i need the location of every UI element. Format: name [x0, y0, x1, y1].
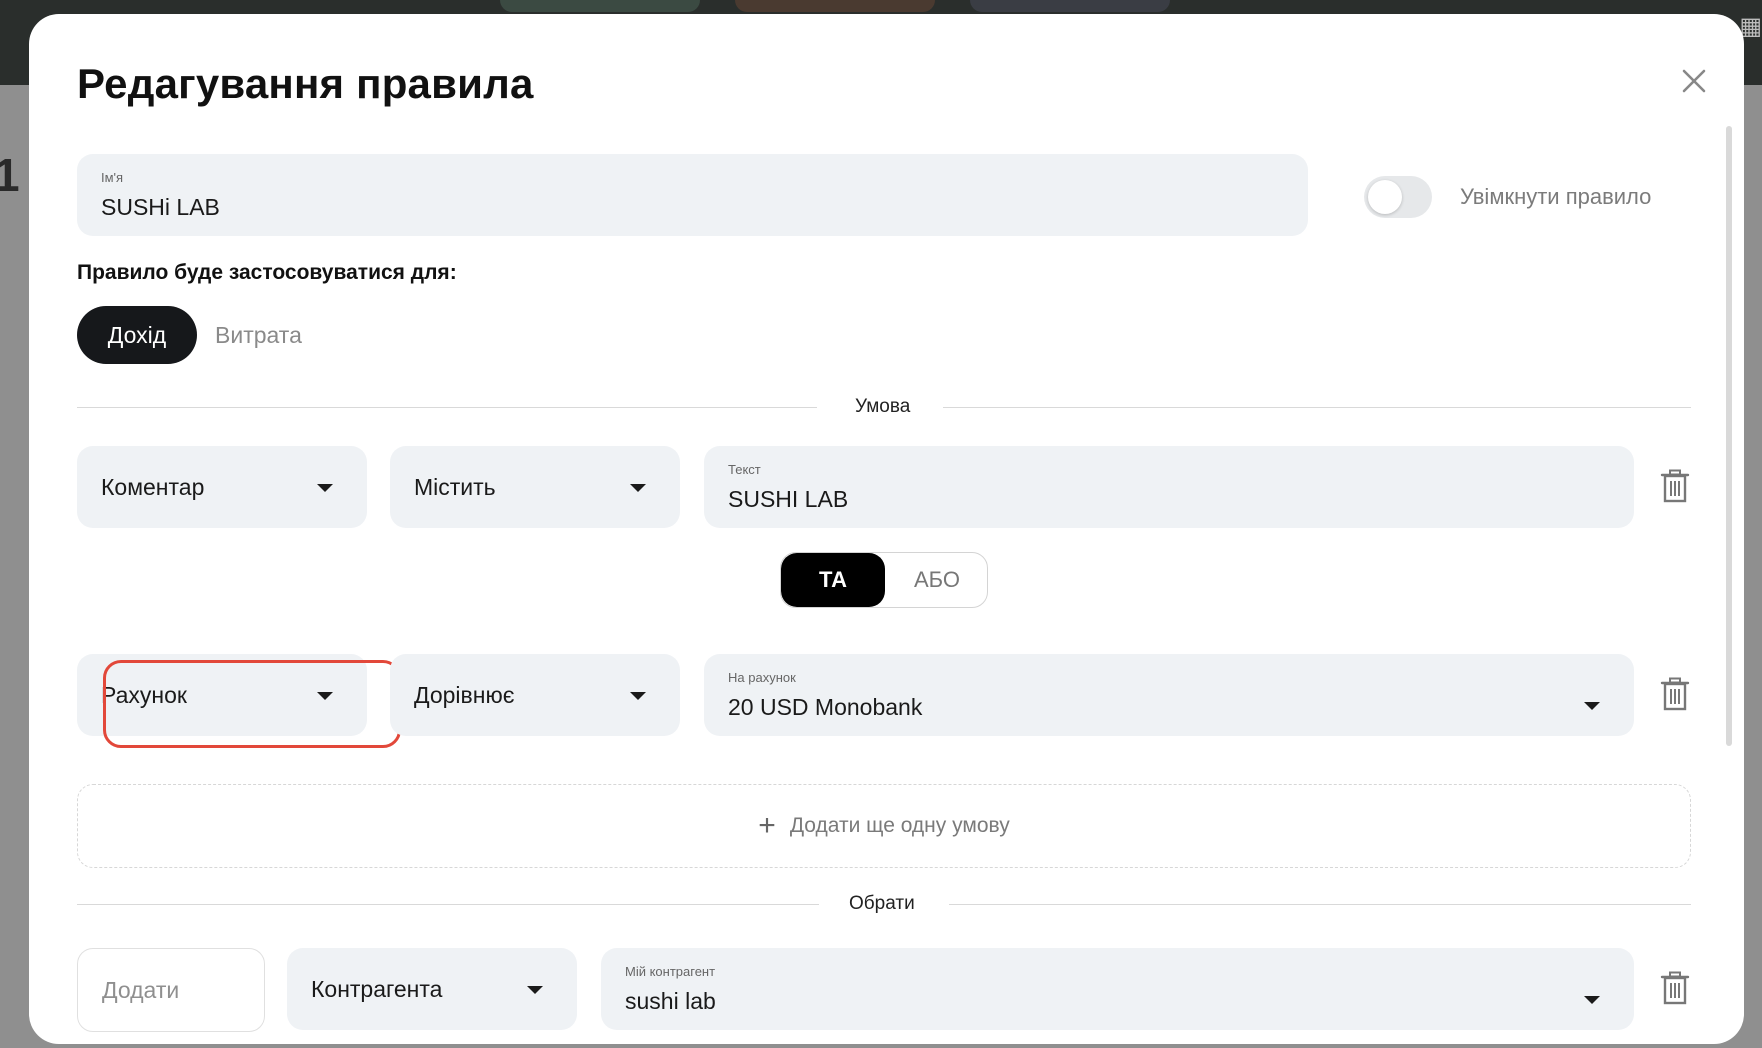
action-divider-right [949, 904, 1691, 905]
close-icon[interactable] [1672, 59, 1716, 103]
condition-1-text-label: Текст [728, 462, 761, 477]
logic-or-button[interactable]: АБО [885, 553, 987, 607]
counterparty-select[interactable]: Мій контрагент sushi lab [601, 948, 1634, 1030]
chevron-down-icon [317, 484, 333, 492]
condition-2-field-value: Рахунок [101, 681, 187, 708]
condition-2-account-value: 20 USD Monobank [728, 694, 923, 720]
trash-icon[interactable] [1660, 677, 1690, 711]
condition-1-operator-value: Містить [414, 473, 496, 500]
rule-name-value: SUSHi LAB [101, 194, 220, 220]
trash-icon[interactable] [1660, 469, 1690, 503]
condition-2-operator-select[interactable]: Дорівнює [390, 654, 680, 736]
background-blob [970, 0, 1170, 12]
chevron-down-icon [630, 484, 646, 492]
enable-rule-toggle[interactable] [1364, 176, 1432, 218]
rule-name-field[interactable]: Ім'я SUSHi LAB [77, 154, 1308, 236]
condition-1-field-value: Коментар [101, 473, 205, 500]
plus-icon: + [758, 809, 776, 842]
chevron-down-icon [1584, 996, 1600, 1004]
condition-section-title: Умова [855, 396, 911, 417]
condition-divider-left [77, 407, 817, 408]
condition-2-account-label: На рахунок [728, 670, 796, 685]
trash-icon[interactable] [1660, 971, 1690, 1005]
action-divider-left [77, 904, 819, 905]
action-target-select[interactable]: Контрагента [287, 948, 577, 1030]
tab-income[interactable]: Дохід [77, 306, 197, 364]
toggle-knob [1368, 180, 1402, 214]
modal-scrollbar[interactable] [1726, 126, 1732, 746]
add-condition-label: Додати ще одну умову [789, 814, 1010, 837]
logic-switch: ТА АБО [780, 552, 988, 608]
counterparty-label: Мій контрагент [625, 964, 716, 979]
enable-rule-label: Увімкнути правило [1460, 184, 1652, 209]
condition-1-operator-select[interactable]: Містить [390, 446, 680, 528]
chevron-down-icon [630, 692, 646, 700]
condition-2-field-select[interactable]: Рахунок [77, 654, 367, 736]
action-section-title: Обрати [849, 893, 915, 914]
background-blob [735, 0, 935, 12]
chevron-down-icon [317, 692, 333, 700]
tab-expense[interactable]: Витрата [215, 322, 302, 349]
background-blob [500, 0, 700, 12]
condition-divider-right [943, 407, 1691, 408]
action-add-input[interactable]: Додати [77, 948, 265, 1032]
logic-and-button[interactable]: ТА [781, 553, 885, 607]
action-target-value: Контрагента [311, 975, 443, 1002]
modal-title: Редагування правила [77, 60, 534, 107]
condition-1-field-select[interactable]: Коментар [77, 446, 367, 528]
condition-1-text-value: SUSHI LAB [728, 486, 849, 512]
condition-1-text-input[interactable]: Текст SUSHI LAB [704, 446, 1634, 528]
counterparty-value: sushi lab [625, 988, 716, 1014]
edit-rule-modal: Редагування правила Ім'я SUSHi LAB Увімк… [29, 14, 1744, 1044]
add-condition-button[interactable]: + Додати ще одну умову [77, 784, 1691, 868]
apply-for-label: Правило буде застосовуватися для: [77, 261, 457, 284]
background-heading: 1 [0, 149, 20, 201]
chevron-down-icon [527, 986, 543, 994]
condition-2-account-select[interactable]: На рахунок 20 USD Monobank [704, 654, 1634, 736]
chevron-down-icon [1584, 702, 1600, 710]
condition-2-operator-value: Дорівнює [414, 681, 515, 708]
rule-name-label: Ім'я [101, 170, 124, 185]
